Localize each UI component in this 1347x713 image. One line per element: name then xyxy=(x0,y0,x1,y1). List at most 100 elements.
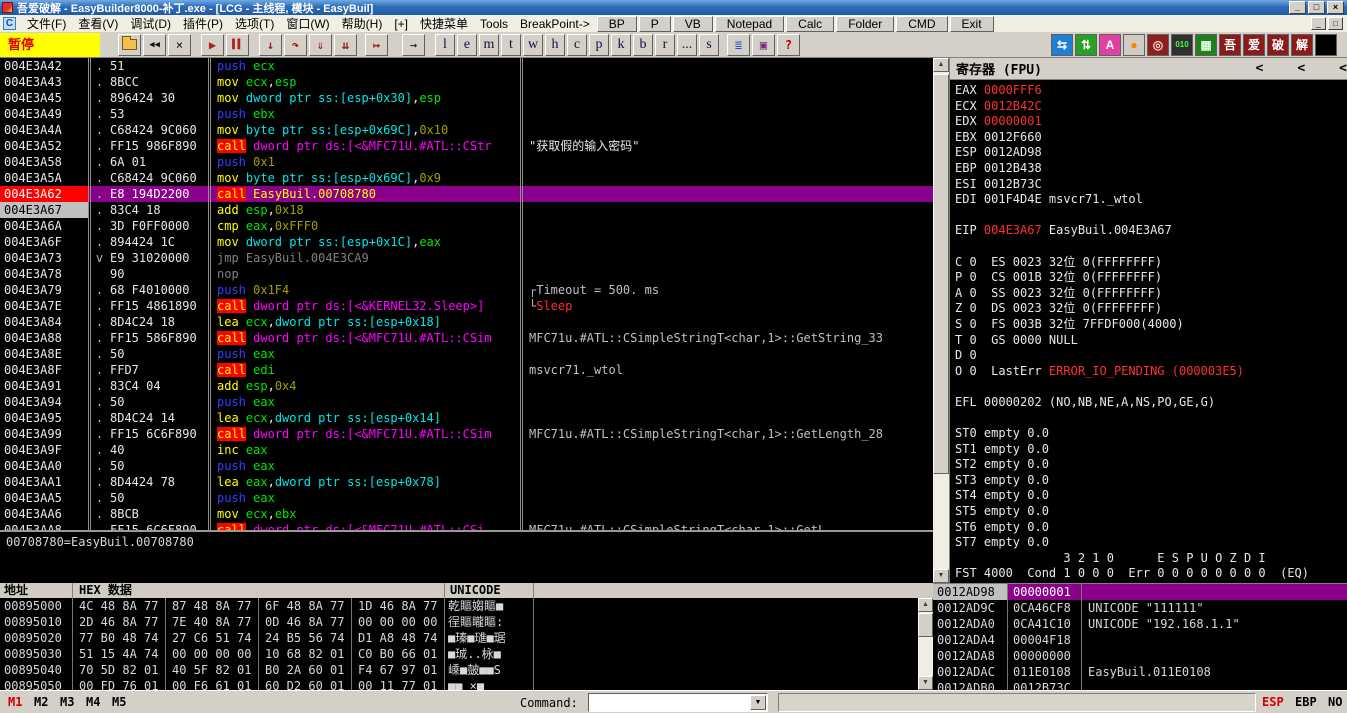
window-button-m[interactable]: m xyxy=(479,34,499,56)
m3-button[interactable]: M3 xyxy=(60,695,74,709)
menu-button-vb[interactable]: VB xyxy=(673,16,713,32)
window-button-more[interactable]: ... xyxy=(677,34,697,56)
disasm-row[interactable]: 004E3A91.83C4 04add esp,0x4 xyxy=(0,378,933,394)
menu-item-h[interactable]: 帮助(H) xyxy=(336,16,389,32)
window-button-k[interactable]: k xyxy=(611,34,631,56)
window-button-b[interactable]: b xyxy=(633,34,653,56)
scroll-down-icon[interactable]: ▼ xyxy=(918,676,933,690)
register-line[interactable]: Z 0 DS 0023 32位 0(FFFFFFFF) xyxy=(955,301,1347,317)
black-block-icon[interactable] xyxy=(1315,34,1337,56)
disasm-row[interactable]: 004E3A67.83C4 18add esp,0x18 xyxy=(0,202,933,218)
flag-no[interactable]: NO xyxy=(1328,695,1342,709)
dump-row[interactable]: 0089502077 B0 48 7427 C6 51 7424 B5 56 7… xyxy=(0,630,933,646)
disasm-row[interactable]: 004E3AA6.8BCBmov ecx,ebx xyxy=(0,506,933,522)
stack-row[interactable]: 0012ADB00012B73C xyxy=(933,680,1347,690)
register-line[interactable]: ESP 0012AD98 xyxy=(955,145,1347,161)
disasm-row[interactable]: 004E3A84.8D4C24 18lea ecx,dword ptr ss:[… xyxy=(0,314,933,330)
m5-button[interactable]: M5 xyxy=(112,695,126,709)
disasm-row[interactable]: 004E3A95.8D4C24 14lea ecx,dword ptr ss:[… xyxy=(0,410,933,426)
scroll-up-icon[interactable]: ▲ xyxy=(918,598,933,612)
menu-item-breakpoint[interactable]: BreakPoint-> xyxy=(514,16,596,32)
stack-row[interactable]: 0012AD9C0CA46CF8UNICODE "111111" xyxy=(933,600,1347,616)
register-line[interactable]: ST1 empty 0.0 xyxy=(955,442,1347,458)
disasm-scrollbar[interactable]: ▲ ▼ xyxy=(933,58,949,583)
register-line[interactable]: EIP 004E3A67 EasyBuil.004E3A67 xyxy=(955,223,1347,239)
stack-row[interactable]: 0012ADAC011E0108EasyBuil.011E0108 xyxy=(933,664,1347,680)
menu-button-p[interactable]: P xyxy=(639,16,671,32)
menu-item-f[interactable]: 文件(F) xyxy=(21,16,72,32)
menu-button-bp[interactable]: BP xyxy=(597,16,637,32)
menu-item-p[interactable]: 插件(P) xyxy=(177,16,229,32)
register-line[interactable]: FST 4000 Cond 1 0 0 0 Err 0 0 0 0 0 0 0 … xyxy=(955,566,1347,582)
menu-item-t[interactable]: 选项(T) xyxy=(229,16,280,32)
scroll-thumb[interactable] xyxy=(918,613,933,637)
help-button[interactable]: ? xyxy=(777,34,800,56)
register-line[interactable]: EFL 00000202 (NO,NB,NE,A,NS,PO,GE,G) xyxy=(955,395,1347,411)
panel-chevron-icon[interactable]: < xyxy=(1339,61,1347,76)
window-button-p[interactable]: p xyxy=(589,34,609,56)
menu-item-d[interactable]: 调试(D) xyxy=(124,16,177,32)
menu-item-v[interactable]: 查看(V) xyxy=(72,16,124,32)
register-line[interactable]: ST6 empty 0.0 xyxy=(955,520,1347,536)
disasm-row[interactable]: 004E3AA5.50push eax xyxy=(0,490,933,506)
window-button-r[interactable]: r xyxy=(655,34,675,56)
disasm-row[interactable]: 004E3A94.50push eax xyxy=(0,394,933,410)
register-line[interactable]: A 0 SS 0023 32位 0(FFFFFFFF) xyxy=(955,286,1347,302)
window-button-c[interactable]: c xyxy=(567,34,587,56)
m4-button[interactable]: M4 xyxy=(86,695,100,709)
menu-item-+[interactable]: [+] xyxy=(388,16,414,32)
register-line[interactable]: O 0 LastErr ERROR_IO_PENDING (000003E5) xyxy=(955,364,1347,380)
disasm-row[interactable]: 004E3A52.FF15 986F890call dword ptr ds:[… xyxy=(0,138,933,154)
mdi-restore-button[interactable]: □ xyxy=(1328,17,1343,30)
register-line[interactable]: C 0 ES 0023 32位 0(FFFFFFFF) xyxy=(955,255,1347,271)
window-button-w[interactable]: w xyxy=(523,34,543,56)
disasm-row[interactable]: 004E3A42.51push ecx xyxy=(0,58,933,74)
menu-button-calc[interactable]: Calc xyxy=(786,16,834,32)
window-button-h[interactable]: h xyxy=(545,34,565,56)
register-line[interactable]: D 0 xyxy=(955,348,1347,364)
stack-row[interactable]: 0012ADA00CA41C10UNICODE "192.168.1.1" xyxy=(933,616,1347,632)
stack-row[interactable]: 0012ADA800000000 xyxy=(933,648,1347,664)
menu-item-tools[interactable]: Tools xyxy=(474,16,514,32)
register-line[interactable]: EDI 001F4D4E msvcr71._wtol xyxy=(955,192,1347,208)
disasm-row[interactable]: 004E3A45.896424 30mov dword ptr ss:[esp+… xyxy=(0,90,933,106)
dump-row[interactable]: 0089504070 5D 82 0140 5F 82 01B0 2A 60 0… xyxy=(0,662,933,678)
cpu-window-icon[interactable]: C xyxy=(3,17,16,30)
disasm-row[interactable]: 004E3A73vE9 31020000jmp EasyBuil.004E3CA… xyxy=(0,250,933,266)
grid-icon[interactable]: ▦ xyxy=(1195,34,1217,56)
disasm-row[interactable]: 004E3AA1.8D4424 78lea eax,dword ptr ss:[… xyxy=(0,474,933,490)
register-line[interactable] xyxy=(955,208,1347,224)
close-button[interactable]: × xyxy=(1327,1,1344,14)
register-line[interactable]: ST7 empty 0.0 xyxy=(955,535,1347,551)
minimize-button[interactable]: _ xyxy=(1289,1,1306,14)
open-file-button[interactable] xyxy=(118,34,141,56)
wu-icon[interactable]: 吾 xyxy=(1219,34,1241,56)
disasm-row[interactable]: 004E3A58.6A 01push 0x1 xyxy=(0,154,933,170)
window-button-e[interactable]: e xyxy=(457,34,477,56)
register-line[interactable]: ESI 0012B73C xyxy=(955,177,1347,193)
register-line[interactable]: EBX 0012F660 xyxy=(955,130,1347,146)
scroll-up-icon[interactable]: ▲ xyxy=(933,58,949,72)
register-line[interactable]: ST2 empty 0.0 xyxy=(955,457,1347,473)
disasm-row[interactable]: 004E3A43.8BCCmov ecx,esp xyxy=(0,74,933,90)
exchange-arrows-icon[interactable]: ⇆ xyxy=(1051,34,1073,56)
register-line[interactable] xyxy=(955,410,1347,426)
disasm-row[interactable]: 004E3AA8.FF15 6C6F890call dword ptr ds:[… xyxy=(0,522,933,530)
updown-arrows-icon[interactable]: ⇅ xyxy=(1075,34,1097,56)
disasm-row[interactable]: 004E3A49.53push ebx xyxy=(0,106,933,122)
panel-chevron-icon[interactable]: < xyxy=(1297,61,1305,76)
menu-item-w[interactable]: 窗口(W) xyxy=(280,16,335,32)
execute-till-return-button[interactable]: ↦ xyxy=(365,34,388,56)
command-input[interactable]: ▼ xyxy=(588,693,768,712)
flag-esp[interactable]: ESP xyxy=(1262,695,1284,709)
window-button-l[interactable]: l xyxy=(435,34,455,56)
stack-row[interactable]: 0012ADA400004F18 xyxy=(933,632,1347,648)
register-line[interactable]: S 0 FS 003B 32位 7FFDF000(4000) xyxy=(955,317,1347,333)
ai-icon[interactable]: 爱 xyxy=(1243,34,1265,56)
stack-row[interactable]: 0012AD9800000001 xyxy=(933,584,1347,600)
register-line[interactable]: EBP 0012B438 xyxy=(955,161,1347,177)
disasm-row[interactable]: 004E3A6F.894424 1Cmov dword ptr ss:[esp+… xyxy=(0,234,933,250)
dump-row[interactable]: 0089505000 FD 76 0100 F6 61 0160 D2 60 0… xyxy=(0,678,933,690)
disasm-row[interactable]: 004E3A79.68 F4010000push 0x1F4┌Timeout =… xyxy=(0,282,933,298)
orange-dot-icon[interactable]: ● xyxy=(1123,34,1145,56)
